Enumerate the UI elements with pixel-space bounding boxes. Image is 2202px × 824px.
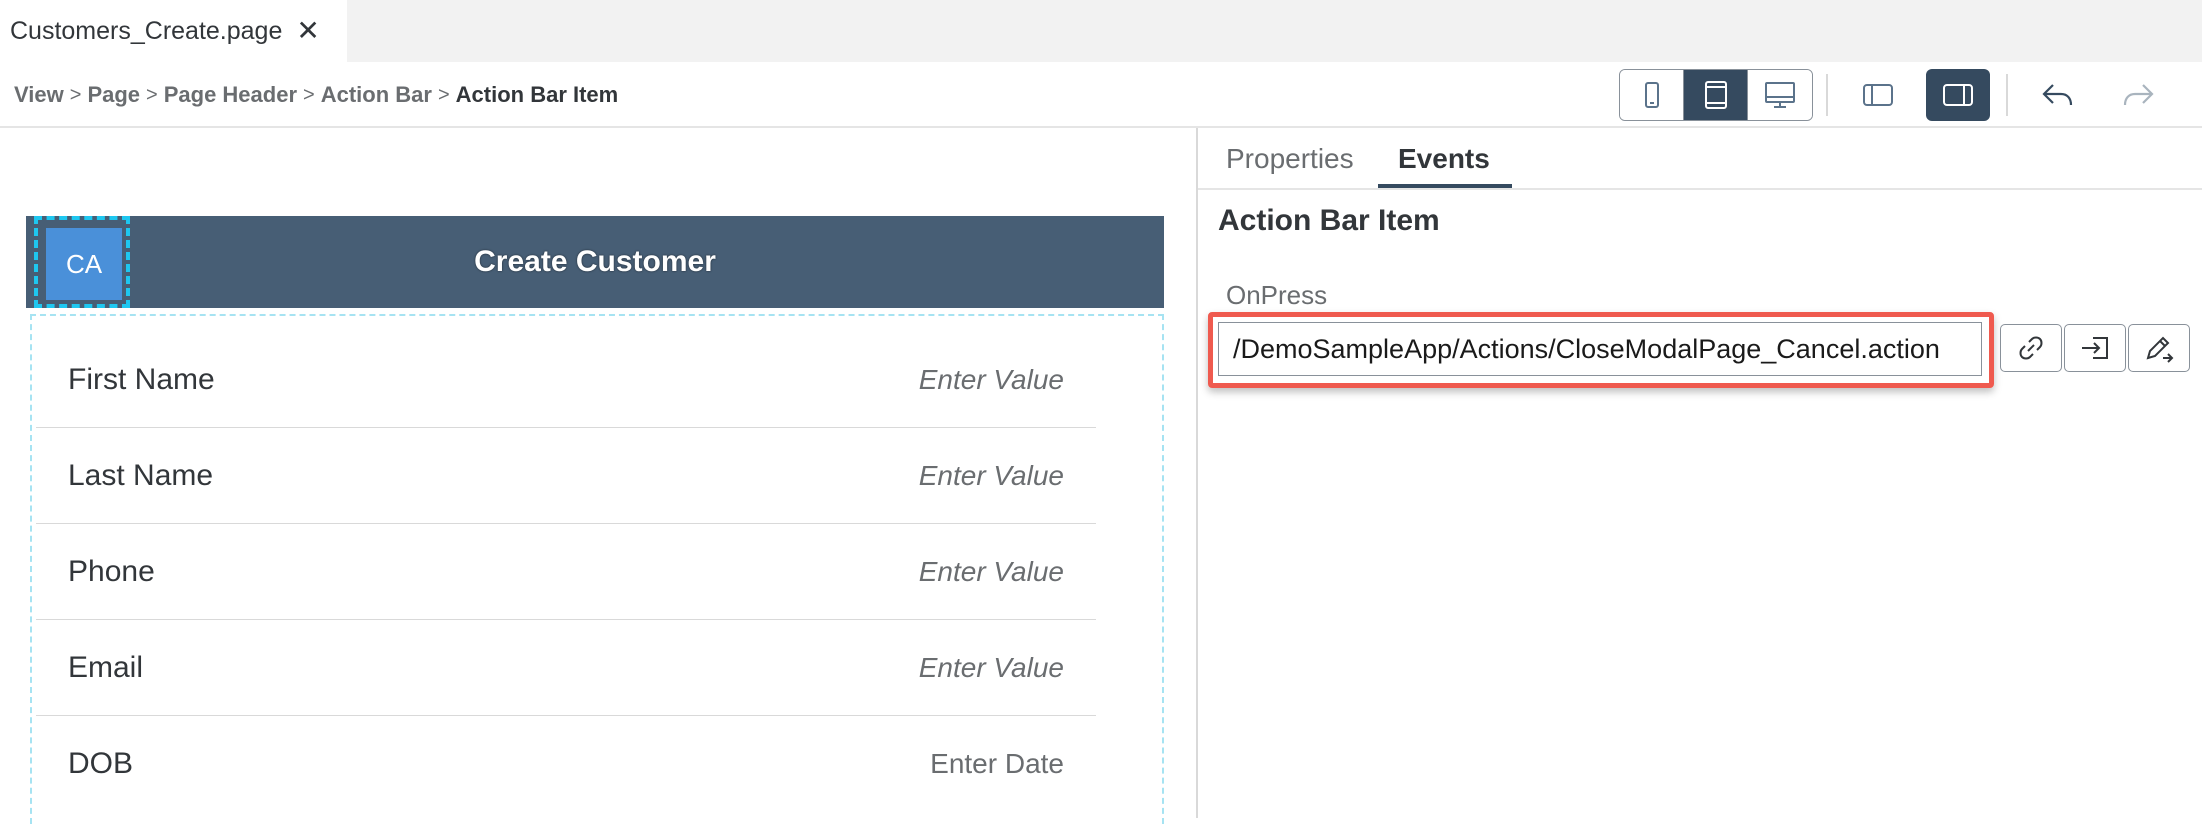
link-button[interactable] [2000, 324, 2062, 372]
tab-properties[interactable]: Properties [1226, 128, 1354, 190]
edit-button[interactable] [2128, 324, 2190, 372]
field-label: First Name [68, 362, 215, 396]
field-label: Last Name [68, 458, 214, 492]
design-canvas: Create Customer CA First Name Enter Valu… [0, 128, 1196, 824]
field-label: Phone [68, 554, 155, 588]
editor-tab-bar: Customers_Create.page ✕ [0, 0, 2202, 62]
editor-tab-title: Customers_Create.page [10, 16, 283, 45]
breadcrumb-separator: > [303, 83, 315, 106]
redo-button[interactable] [2106, 69, 2170, 121]
phone-icon [1644, 82, 1659, 108]
breadcrumb-item-action-bar[interactable]: Action Bar [321, 82, 432, 108]
action-bar-item-avatar[interactable]: CA [46, 228, 122, 300]
field-placeholder[interactable]: Enter Value [919, 364, 1064, 396]
toolbar-divider [2006, 74, 2008, 116]
edit-icon [2146, 336, 2174, 363]
toolbar: View > Page > Page Header > Action Bar >… [0, 62, 2202, 128]
breadcrumb-separator: > [437, 83, 450, 106]
device-preview-group [1619, 69, 1813, 121]
field-placeholder[interactable]: Enter Date [930, 748, 1064, 780]
field-placeholder[interactable]: Enter Value [919, 460, 1064, 492]
toggle-right-panel-button[interactable] [1926, 69, 1990, 121]
left-panel-icon [1863, 84, 1893, 106]
bind-button[interactable] [2064, 324, 2126, 372]
link-icon [2019, 336, 2043, 360]
breadcrumb: View > Page > Page Header > Action Bar >… [14, 62, 618, 128]
panel-tab-bar: Properties Events [1198, 128, 2202, 190]
field-placeholder[interactable]: Enter Value [919, 556, 1064, 588]
form-row-email[interactable]: Email Enter Value [36, 620, 1096, 716]
bind-icon [2082, 337, 2108, 359]
page-header-title: Create Customer [474, 245, 716, 278]
breadcrumb-separator: > [69, 83, 82, 106]
undo-icon [2042, 84, 2073, 106]
right-panel-icon [1943, 84, 1973, 106]
form-row-last-name[interactable]: Last Name Enter Value [36, 428, 1096, 524]
toolbar-divider [1826, 74, 1828, 116]
breadcrumb-item-view[interactable]: View [14, 82, 64, 108]
form-row-first-name[interactable]: First Name Enter Value [36, 332, 1096, 428]
breadcrumb-item-page[interactable]: Page [87, 82, 140, 108]
undo-button[interactable] [2026, 69, 2090, 121]
field-placeholder[interactable]: Enter Value [919, 652, 1064, 684]
onpress-label: OnPress [1226, 280, 1328, 310]
field-label: Email [68, 650, 144, 684]
properties-panel: Properties Events Action Bar Item OnPres… [1198, 128, 2202, 818]
breadcrumb-item-page-header[interactable]: Page Header [164, 82, 297, 108]
close-icon[interactable]: ✕ [296, 17, 319, 45]
form-row-dob[interactable]: DOB Enter Date [36, 716, 1096, 812]
field-label: DOB [68, 747, 134, 780]
breadcrumb-separator: > [146, 83, 158, 106]
section-title: Action Bar Item [1218, 204, 1440, 237]
tablet-icon [1704, 81, 1727, 109]
tab-events[interactable]: Events [1398, 128, 1490, 190]
toggle-left-panel-button[interactable] [1846, 69, 1910, 121]
breadcrumb-item-action-bar-item: Action Bar Item [455, 82, 619, 107]
form-row-phone[interactable]: Phone Enter Value [36, 524, 1096, 620]
redo-icon [2123, 84, 2154, 106]
onpress-input[interactable]: /DemoSampleApp/Actions/CloseModalPage_Ca… [1218, 322, 1982, 376]
desktop-icon [1765, 82, 1795, 108]
phone-preview-button[interactable] [1620, 70, 1684, 120]
desktop-preview-button[interactable] [1748, 70, 1812, 120]
editor-tab[interactable]: Customers_Create.page ✕ [0, 0, 347, 62]
tablet-preview-button[interactable] [1684, 70, 1748, 120]
active-tab-indicator [1378, 184, 1512, 188]
